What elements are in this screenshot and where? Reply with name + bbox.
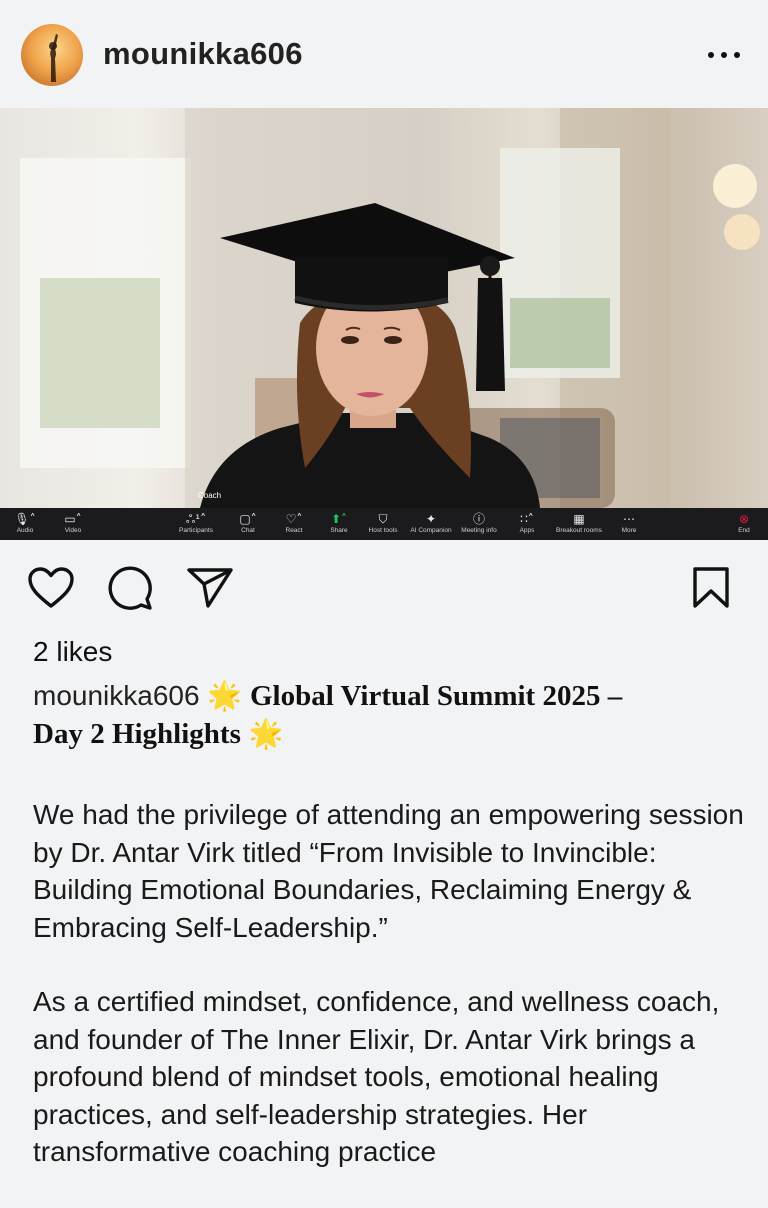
toolbar-meeting-info[interactable]: ⓘ Meeting info xyxy=(459,508,499,540)
post-photo[interactable] xyxy=(0,108,768,508)
chat-icon: ▢˄ xyxy=(239,512,257,526)
caption-paragraph: As a certified mindset, confidence, and … xyxy=(33,986,720,1167)
more-horizontal-dot xyxy=(721,52,727,58)
react-icon: ♡˄ xyxy=(285,512,303,526)
send-icon[interactable] xyxy=(186,566,234,610)
toolbar-label: Meeting info xyxy=(461,527,497,534)
bookmark-icon[interactable] xyxy=(690,566,732,610)
heart-icon[interactable] xyxy=(27,566,75,610)
caption-paragraph: We had the privilege of attending an emp… xyxy=(33,799,744,943)
toolbar-ai-companion[interactable]: ✦ AI Companion xyxy=(408,508,454,540)
toolbar-breakout-rooms[interactable]: ▦ Breakout rooms xyxy=(553,508,605,540)
toolbar-label: Audio xyxy=(16,527,34,534)
photo-scene xyxy=(20,108,760,508)
shield-icon: ⛉ xyxy=(378,512,388,526)
star-emoji-icon: 🌟 xyxy=(248,717,284,750)
toolbar-host-tools[interactable]: ⛉ Host tools xyxy=(366,508,400,540)
toolbar-label: End xyxy=(738,527,750,534)
toolbar-label: Breakout rooms xyxy=(556,527,602,534)
toolbar-participants[interactable]: ஃ¹˄ Participants xyxy=(176,508,216,540)
toolbar-label: AI Companion xyxy=(410,527,452,534)
toolbar-more[interactable]: ⋯ More xyxy=(617,508,641,540)
caption-username[interactable]: mounikka606 xyxy=(33,680,200,711)
meeting-toolbar: 🎙˄ Audio ▭˄ Video ஃ¹˄ Participants ▢˄ Ch… xyxy=(0,508,768,540)
toolbar-share[interactable]: ⬆˄ Share xyxy=(327,508,351,540)
sparkle-icon: ✦ xyxy=(425,512,437,526)
headline-text-line2: Day 2 Highlights xyxy=(33,718,241,750)
video-icon: ▭˄ xyxy=(64,512,82,526)
toolbar-label: Apps xyxy=(519,527,535,534)
toolbar-label: Host tools xyxy=(368,527,398,534)
toolbar-video[interactable]: ▭˄ Video xyxy=(60,508,86,540)
star-emoji-icon: 🌟 xyxy=(207,679,243,712)
toolbar-label: Chat xyxy=(241,527,255,534)
mic-icon: 🎙˄ xyxy=(14,512,36,526)
end-icon: ⊗ xyxy=(738,512,750,526)
comment-icon[interactable] xyxy=(107,566,153,612)
toolbar-end[interactable]: ⊗ End xyxy=(733,508,755,540)
avatar-silhouette xyxy=(49,34,58,82)
post-header: mounikka606 xyxy=(0,0,768,108)
toolbar-audio[interactable]: 🎙˄ Audio xyxy=(12,508,38,540)
participants-icon: ஃ¹˄ xyxy=(185,512,207,526)
toolbar-label: React xyxy=(285,527,303,534)
toolbar-label: Share xyxy=(330,527,348,534)
toolbar-label: Participants xyxy=(179,527,213,534)
more-horizontal-icon xyxy=(708,52,714,58)
share-screen-icon: ⬆˄ xyxy=(330,512,348,526)
avatar[interactable] xyxy=(21,24,83,86)
toolbar-label: More xyxy=(621,527,637,534)
more-icon: ⋯ xyxy=(623,512,635,526)
post-username[interactable]: mounikka606 xyxy=(103,36,303,72)
participant-name-tag: Coach xyxy=(198,491,222,500)
toolbar-apps[interactable]: ∷˄ Apps xyxy=(514,508,540,540)
breakout-icon: ▦ xyxy=(573,512,585,526)
toolbar-chat[interactable]: ▢˄ Chat xyxy=(236,508,260,540)
caption-headline: mounikka606 🌟 Global Virtual Summit 2025… xyxy=(33,677,753,753)
likes-count[interactable]: 2 likes xyxy=(33,636,112,668)
toolbar-react[interactable]: ♡˄ React xyxy=(282,508,306,540)
more-horizontal-dot xyxy=(734,52,740,58)
apps-icon: ∷˄ xyxy=(520,512,534,526)
toolbar-label: Video xyxy=(64,527,82,534)
info-icon: ⓘ xyxy=(472,512,485,526)
headline-text: Global Virtual Summit 2025 – xyxy=(250,680,623,712)
caption-body: We had the privilege of attending an emp… xyxy=(33,796,748,1208)
more-options-button[interactable] xyxy=(700,40,748,70)
